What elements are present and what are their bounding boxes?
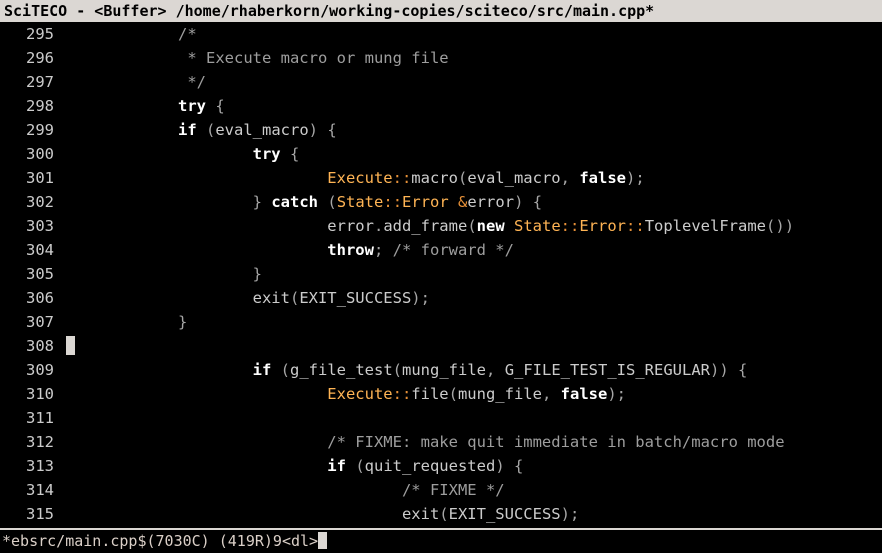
line-number: 296 [0, 46, 66, 70]
line-content[interactable]: /* FIXME: make quit immediate in batch/m… [66, 430, 882, 454]
code-line[interactable]: 313 if (quit_requested) { [0, 454, 882, 478]
line-number: 297 [0, 70, 66, 94]
line-content[interactable]: throw; /* forward */ [66, 238, 882, 262]
line-content[interactable]: } catch (State::Error &error) { [66, 190, 882, 214]
code-line[interactable]: 315 exit(EXIT_SUCCESS); [0, 502, 882, 526]
line-number: 301 [0, 166, 66, 190]
line-number: 312 [0, 430, 66, 454]
line-content[interactable]: exit(EXIT_SUCCESS); [66, 286, 882, 310]
code-editor[interactable]: 295 /*296 * Execute macro or mung file29… [0, 22, 882, 528]
line-content[interactable]: try { [66, 94, 882, 118]
line-content[interactable]: } [66, 310, 882, 334]
code-line[interactable]: 300 try { [0, 142, 882, 166]
line-number: 300 [0, 142, 66, 166]
code-line[interactable]: 298 try { [0, 94, 882, 118]
code-line[interactable]: 311 [0, 406, 882, 430]
code-line[interactable]: 302 } catch (State::Error &error) { [0, 190, 882, 214]
window-title: SciTECO - <Buffer> /home/rhaberkorn/work… [0, 0, 882, 22]
code-line[interactable]: 303 error.add_frame(new State::Error::To… [0, 214, 882, 238]
code-line[interactable]: 305 } [0, 262, 882, 286]
line-content[interactable]: try { [66, 142, 882, 166]
line-number: 311 [0, 406, 66, 430]
code-line[interactable]: 301 Execute::macro(eval_macro, false); [0, 166, 882, 190]
line-content[interactable]: error.add_frame(new State::Error::Toplev… [66, 214, 882, 238]
code-line[interactable]: 297 */ [0, 70, 882, 94]
code-line[interactable]: 304 throw; /* forward */ [0, 238, 882, 262]
line-number: 308 [0, 334, 66, 358]
line-number: 304 [0, 238, 66, 262]
line-content[interactable] [66, 334, 882, 358]
text-cursor [66, 336, 75, 355]
line-number: 313 [0, 454, 66, 478]
line-content[interactable] [66, 406, 882, 430]
line-number: 314 [0, 478, 66, 502]
code-line[interactable]: 310 Execute::file(mung_file, false); [0, 382, 882, 406]
line-number: 295 [0, 22, 66, 46]
line-content[interactable]: exit(EXIT_SUCCESS); [66, 502, 882, 526]
line-number: 307 [0, 310, 66, 334]
line-content[interactable]: /* FIXME */ [66, 478, 882, 502]
code-line[interactable]: 299 if (eval_macro) { [0, 118, 882, 142]
code-line[interactable]: 309 if (g_file_test(mung_file, G_FILE_TE… [0, 358, 882, 382]
line-number: 303 [0, 214, 66, 238]
line-content[interactable]: Execute::macro(eval_macro, false); [66, 166, 882, 190]
line-number: 299 [0, 118, 66, 142]
line-content[interactable]: } [66, 262, 882, 286]
code-line[interactable]: 306 exit(EXIT_SUCCESS); [0, 286, 882, 310]
line-number: 309 [0, 358, 66, 382]
line-number: 305 [0, 262, 66, 286]
line-content[interactable]: if (g_file_test(mung_file, G_FILE_TEST_I… [66, 358, 882, 382]
line-content[interactable]: */ [66, 70, 882, 94]
code-line[interactable]: 314 /* FIXME */ [0, 478, 882, 502]
status-text: *ebsrc/main.cpp$(7030C) (419R)9<dl> [2, 532, 318, 550]
line-content[interactable]: /* [66, 22, 882, 46]
line-content[interactable]: if (quit_requested) { [66, 454, 882, 478]
code-line[interactable]: 308 [0, 334, 882, 358]
cmd-cursor [318, 532, 327, 549]
line-number: 315 [0, 502, 66, 526]
code-line[interactable]: 296 * Execute macro or mung file [0, 46, 882, 70]
code-line[interactable]: 295 /* [0, 22, 882, 46]
line-number: 306 [0, 286, 66, 310]
line-number: 298 [0, 94, 66, 118]
code-line[interactable]: 307 } [0, 310, 882, 334]
line-number: 302 [0, 190, 66, 214]
code-line[interactable]: 312 /* FIXME: make quit immediate in bat… [0, 430, 882, 454]
status-bar[interactable]: *ebsrc/main.cpp$(7030C) (419R)9<dl> [0, 530, 882, 553]
line-content[interactable]: Execute::file(mung_file, false); [66, 382, 882, 406]
line-content[interactable]: if (eval_macro) { [66, 118, 882, 142]
line-content[interactable]: * Execute macro or mung file [66, 46, 882, 70]
line-number: 310 [0, 382, 66, 406]
